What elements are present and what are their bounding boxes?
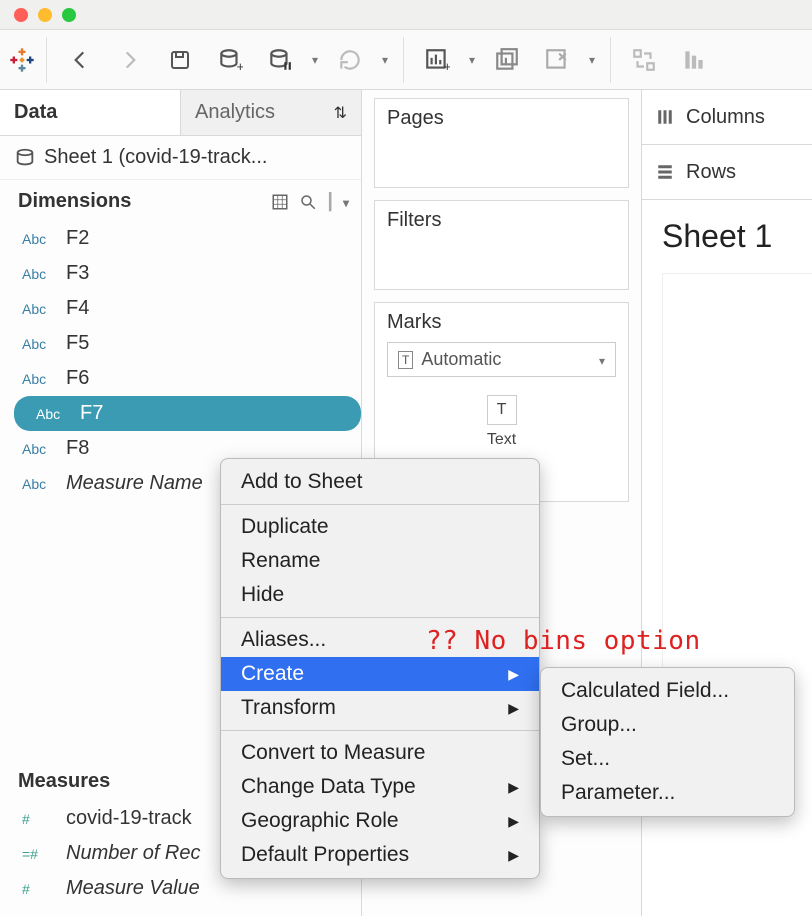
- menu-duplicate[interactable]: Duplicate: [221, 510, 539, 544]
- swap-button[interactable]: [621, 37, 667, 83]
- menu-convert-to-measure[interactable]: Convert to Measure: [221, 736, 539, 770]
- tab-analytics[interactable]: Analytics: [180, 90, 361, 135]
- sheet-title[interactable]: Sheet 1: [642, 200, 812, 273]
- datasource-label: Sheet 1 (covid-19-track...: [44, 146, 267, 169]
- save-button[interactable]: [157, 37, 203, 83]
- menu-change-data-type[interactable]: Change Data Type▶: [221, 770, 539, 804]
- chevron-down-icon: [599, 349, 605, 370]
- datasource-row[interactable]: Sheet 1 (covid-19-track...: [0, 136, 361, 180]
- submenu-group[interactable]: Group...: [541, 708, 794, 742]
- annotation-text: ?? No bins option: [426, 626, 701, 656]
- field-f3[interactable]: AbcF3: [0, 256, 361, 291]
- new-worksheet-button[interactable]: +: [414, 37, 460, 83]
- rows-icon: [656, 163, 674, 181]
- field-context-menu: Add to Sheet Duplicate Rename Hide Alias…: [220, 458, 540, 879]
- toolbar: + +: [0, 30, 812, 90]
- marks-title: Marks: [387, 311, 441, 333]
- submenu-arrow-icon: ▶: [508, 847, 519, 864]
- submenu-calculated-field[interactable]: Calculated Field...: [541, 674, 794, 708]
- menu-hide[interactable]: Hide: [221, 578, 539, 612]
- dimensions-menu-icon[interactable]: [343, 190, 349, 213]
- pages-shelf[interactable]: Pages: [374, 98, 629, 188]
- tableau-logo-icon[interactable]: [8, 46, 36, 74]
- menu-create[interactable]: Create▶: [221, 657, 539, 691]
- divider: |: [327, 190, 333, 213]
- submenu-arrow-icon: ▶: [508, 779, 519, 796]
- menu-default-properties[interactable]: Default Properties▶: [221, 838, 539, 872]
- text-mark-icon: T: [398, 351, 413, 369]
- field-f7[interactable]: AbcF7: [14, 396, 361, 431]
- columns-shelf[interactable]: Columns: [642, 90, 812, 145]
- field-f5[interactable]: AbcF5: [0, 326, 361, 361]
- pause-updates-button[interactable]: [257, 37, 303, 83]
- clear-sheet-button[interactable]: [534, 37, 580, 83]
- dimensions-header: Dimensions |: [0, 180, 361, 221]
- submenu-arrow-icon: ▶: [508, 700, 519, 717]
- forward-button[interactable]: [107, 37, 153, 83]
- submenu-arrow-icon: ▶: [508, 813, 519, 830]
- submenu-arrow-icon: ▶: [508, 666, 519, 683]
- rows-shelf[interactable]: Rows: [642, 145, 812, 200]
- menu-add-to-sheet[interactable]: Add to Sheet: [221, 465, 539, 499]
- search-icon[interactable]: [299, 193, 317, 211]
- datasource-icon: [14, 147, 36, 169]
- menu-rename[interactable]: Rename: [221, 544, 539, 578]
- tab-data[interactable]: Data: [0, 90, 180, 135]
- menu-transform[interactable]: Transform▶: [221, 691, 539, 725]
- refresh-dropdown-icon[interactable]: [377, 37, 393, 83]
- view-canvas[interactable]: [662, 273, 812, 673]
- view-as-table-icon[interactable]: [271, 193, 289, 211]
- updown-icon: [334, 101, 347, 124]
- pause-dropdown-icon[interactable]: [307, 37, 323, 83]
- measures-title: Measures: [18, 770, 110, 793]
- duplicate-sheet-button[interactable]: [484, 37, 530, 83]
- new-worksheet-dropdown-icon[interactable]: [464, 37, 480, 83]
- field-f2[interactable]: AbcF2: [0, 221, 361, 256]
- columns-icon: [656, 108, 674, 126]
- submenu-set[interactable]: Set...: [541, 742, 794, 776]
- field-f4[interactable]: AbcF4: [0, 291, 361, 326]
- dimensions-title: Dimensions: [18, 190, 131, 213]
- sort-button[interactable]: [671, 37, 717, 83]
- refresh-button[interactable]: [327, 37, 373, 83]
- close-window-button[interactable]: [14, 8, 28, 22]
- clear-sheet-dropdown-icon[interactable]: [584, 37, 600, 83]
- submenu-parameter[interactable]: Parameter...: [541, 776, 794, 810]
- menu-geographic-role[interactable]: Geographic Role▶: [221, 804, 539, 838]
- new-data-source-button[interactable]: +: [207, 37, 253, 83]
- marks-type-dropdown[interactable]: T Automatic: [387, 342, 616, 377]
- zoom-window-button[interactable]: [62, 8, 76, 22]
- minimize-window-button[interactable]: [38, 8, 52, 22]
- text-icon: T: [487, 395, 517, 425]
- marks-text-button[interactable]: T Text: [487, 395, 517, 449]
- field-f6[interactable]: AbcF6: [0, 361, 361, 396]
- create-submenu: Calculated Field... Group... Set... Para…: [540, 667, 795, 817]
- filters-shelf[interactable]: Filters: [374, 200, 629, 290]
- svg-text:+: +: [444, 58, 451, 72]
- tab-analytics-label: Analytics: [195, 101, 275, 124]
- svg-text:+: +: [237, 58, 244, 72]
- back-button[interactable]: [57, 37, 103, 83]
- titlebar: [0, 0, 812, 30]
